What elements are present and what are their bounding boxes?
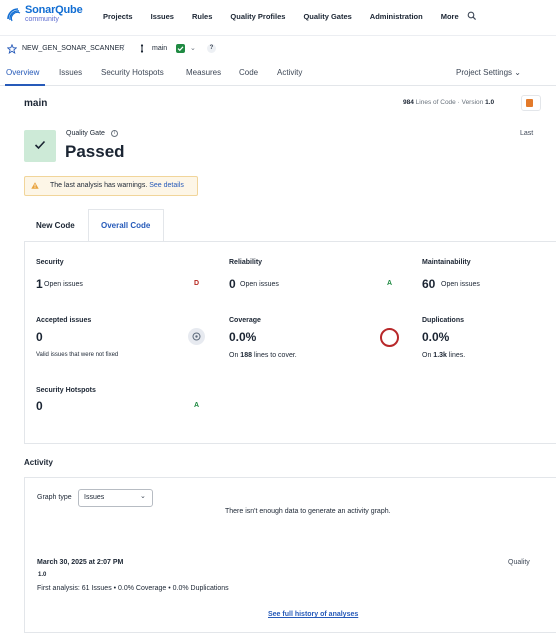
- coverage-title: Coverage: [229, 317, 261, 324]
- nav-administration[interactable]: Administration: [370, 12, 423, 21]
- accepted-issues-value[interactable]: 0: [36, 330, 43, 344]
- tab-overall-code[interactable]: Overall Code: [101, 221, 150, 230]
- ide-icon: [526, 99, 533, 107]
- reliability-value[interactable]: 0: [229, 277, 236, 291]
- branch-title: main: [24, 98, 48, 109]
- active-tab-indicator: [5, 84, 45, 86]
- nav-more[interactable]: More: [441, 12, 459, 21]
- project-settings-label: Project Settings: [456, 68, 513, 77]
- security-title: Security: [36, 259, 64, 266]
- full-history-link[interactable]: See full history of analyses: [268, 611, 358, 618]
- coverage-note-pre: On: [229, 352, 239, 359]
- favorite-star-icon[interactable]: [7, 44, 17, 54]
- sonarqube-logo-icon: [7, 8, 21, 22]
- nav-quality-profiles[interactable]: Quality Profiles: [230, 12, 285, 21]
- warning-message: The last analysis has warnings. See deta…: [50, 182, 184, 189]
- branch-selector[interactable]: main: [152, 45, 167, 52]
- branch-icon: [140, 44, 144, 53]
- empty-graph-message: There isn't enough data to generate an a…: [225, 508, 391, 515]
- reliability-title: Reliability: [229, 259, 263, 266]
- branch-passed-check-icon: [176, 44, 185, 53]
- duplications-note-pre: On: [422, 352, 432, 359]
- tab-activity[interactable]: Activity: [277, 68, 302, 77]
- breadcrumb-separator: /: [122, 43, 125, 53]
- help-icon[interactable]: ?: [207, 44, 216, 53]
- maintainability-sub: Open issues: [441, 281, 480, 288]
- maintainability-value[interactable]: 60: [422, 277, 435, 291]
- version-value: 1.0: [485, 99, 495, 106]
- security-hotspots-title: Security Hotspots: [36, 387, 96, 394]
- coverage-note-post: lines to cover.: [253, 352, 297, 359]
- last-analysis-label: Last: [520, 130, 534, 137]
- quality-gate-status: Passed: [65, 142, 125, 161]
- activity-title: Activity: [24, 458, 53, 467]
- nav-quality-gates[interactable]: Quality Gates: [303, 12, 351, 21]
- coverage-note: On 188 lines to cover.: [229, 352, 297, 359]
- accepted-issues-icon: [188, 328, 205, 345]
- duplications-title: Duplications: [422, 317, 465, 324]
- warning-text: The last analysis has warnings.: [50, 182, 148, 189]
- logo-name: SonarQube: [25, 4, 83, 16]
- accepted-issues-note: Valid issues that were not fixed: [36, 352, 119, 358]
- security-hotspots-value[interactable]: 0: [36, 399, 43, 413]
- lines-of-code-info: 984 Lines of Code · Version 1.0: [403, 99, 494, 106]
- coverage-donut-icon: [380, 328, 399, 347]
- search-icon[interactable]: [467, 11, 477, 21]
- tab-security-hotspots[interactable]: Security Hotspots: [101, 68, 164, 77]
- chevron-down-icon: ⌄: [514, 68, 521, 77]
- tab-measures[interactable]: Measures: [186, 68, 221, 77]
- branch-chevron-down-icon[interactable]: ⌄: [190, 44, 196, 52]
- security-value[interactable]: 1: [36, 277, 43, 291]
- warning-icon: [31, 182, 39, 189]
- see-details-link[interactable]: See details: [149, 182, 184, 189]
- accepted-issues-title: Accepted issues: [36, 317, 92, 324]
- chevron-down-icon: ⌄: [140, 493, 146, 500]
- tab-code[interactable]: Code: [239, 68, 258, 77]
- measures-panel: [24, 241, 556, 444]
- analysis-date: March 30, 2025 at 2:07 PM: [37, 559, 124, 566]
- loc-label: Lines of Code: [415, 99, 456, 106]
- nav-issues[interactable]: Issues: [151, 12, 174, 21]
- duplications-value[interactable]: 0.0%: [422, 330, 449, 344]
- coverage-lines: 188: [240, 352, 252, 359]
- tab-new-code[interactable]: New Code: [36, 221, 75, 230]
- tab-overview[interactable]: Overview: [6, 68, 39, 77]
- security-sub: Open issues: [44, 281, 83, 288]
- version-label: Version: [461, 99, 484, 106]
- coverage-value[interactable]: 0.0%: [229, 330, 256, 344]
- nav-projects[interactable]: Projects: [103, 12, 133, 21]
- nav-rules[interactable]: Rules: [192, 12, 212, 21]
- reliability-rating[interactable]: A: [387, 280, 392, 287]
- duplications-lines: 1.3k: [433, 352, 447, 359]
- tab-issues[interactable]: Issues: [59, 68, 82, 77]
- maintainability-title: Maintainability: [422, 259, 471, 266]
- duplications-note: On 1.3k lines.: [422, 352, 465, 359]
- logo-edition: community: [25, 16, 59, 23]
- duplications-note-post: lines.: [448, 352, 466, 359]
- check-icon: [34, 140, 46, 150]
- main-nav: Projects Issues Rules Quality Profiles Q…: [103, 12, 477, 21]
- security-rating[interactable]: D: [194, 280, 199, 287]
- project-name[interactable]: NEW_GEN_SONAR_SCANNER: [22, 45, 124, 52]
- quality-label: Quality: [508, 559, 530, 566]
- analysis-version: 1.0: [38, 572, 47, 578]
- security-hotspots-rating[interactable]: A: [194, 402, 199, 409]
- loc-value: 984: [403, 99, 414, 106]
- project-settings-menu[interactable]: Project Settings ⌄: [456, 68, 521, 77]
- quality-gate-label: Quality Gate: [66, 130, 105, 137]
- reliability-sub: Open issues: [240, 281, 279, 288]
- graph-type-value: Issues: [84, 494, 105, 501]
- info-icon[interactable]: i: [111, 130, 118, 137]
- first-analysis-summary: First analysis: 61 Issues • 0.0% Coverag…: [37, 585, 229, 592]
- graph-type-label: Graph type: [37, 494, 72, 501]
- sonarqube-logo[interactable]: SonarQube community: [6, 4, 83, 24]
